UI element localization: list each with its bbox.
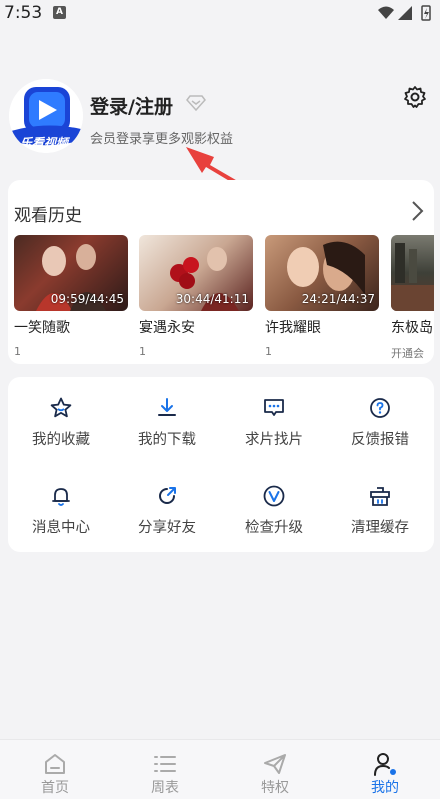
favorites-button[interactable]: 我的收藏: [8, 396, 114, 449]
history-thumbnail: 09:59/44:45: [14, 235, 128, 311]
status-bar: 7:53 A: [0, 0, 440, 28]
bell-icon: [52, 488, 70, 506]
nav-home[interactable]: 首页: [0, 740, 110, 799]
history-thumbnail: 30:44/41:11: [139, 235, 253, 311]
feedback-label: 反馈报错: [351, 432, 409, 448]
send-icon: [264, 754, 286, 774]
vip-diamond-icon: [186, 95, 206, 112]
history-item[interactable]: 东极岛 开通会: [391, 235, 434, 361]
watch-history-card: 观看历史 09:59/44:45 一笑随歌 1 30:44/41:11 宴遇永安…: [8, 180, 434, 364]
signal-icon: [398, 6, 412, 20]
favorites-label: 我的收藏: [32, 432, 90, 448]
avatar[interactable]: 乐看视频: [9, 79, 83, 153]
downloads-label: 我的下载: [138, 432, 196, 448]
chat-icon: [264, 399, 284, 416]
history-progress: 24:21/44:37: [301, 292, 375, 306]
history-item-title: 许我耀眼: [265, 320, 321, 336]
request-film-label: 求片找片: [245, 432, 303, 448]
list-icon: [154, 756, 176, 772]
tools-grid-card: 我的收藏 我的下载 求片找片 反馈报错 消息中心 分享好友 检查升级 清理缓存: [8, 377, 434, 552]
history-item-episode: 1: [139, 345, 146, 358]
clear-cache-button[interactable]: 清理缓存: [327, 484, 433, 537]
nav-privilege[interactable]: 特权: [220, 740, 330, 799]
history-title: 观看历史: [14, 206, 82, 226]
chevron-right-icon[interactable]: [410, 200, 424, 222]
nav-mine-label: 我的: [371, 780, 399, 796]
nav-schedule[interactable]: 周表: [110, 740, 220, 799]
clean-icon: [370, 487, 390, 506]
share-icon: [159, 487, 176, 504]
check-update-button[interactable]: 检查升级: [221, 484, 327, 537]
home-icon: [45, 754, 65, 774]
user-icon: [374, 753, 396, 776]
history-item-title: 一笑随歌: [14, 320, 70, 336]
nav-privilege-label: 特权: [261, 780, 289, 796]
login-register-link[interactable]: 登录/注册: [90, 92, 173, 119]
question-icon: [370, 398, 390, 418]
downloads-button[interactable]: 我的下载: [114, 396, 220, 449]
notification-icon: A: [53, 6, 66, 19]
history-item-episode: 开通会: [391, 347, 424, 360]
clear-cache-label: 清理缓存: [351, 520, 409, 536]
history-thumbnail: [391, 235, 434, 311]
nav-home-label: 首页: [41, 780, 69, 796]
settings-gear-icon[interactable]: [403, 85, 427, 109]
messages-button[interactable]: 消息中心: [8, 484, 114, 537]
share-label: 分享好友: [138, 520, 196, 536]
upgrade-icon: [263, 485, 285, 507]
nav-mine[interactable]: 我的: [330, 740, 440, 799]
history-item-episode: 1: [265, 345, 272, 358]
status-time: 7:53: [4, 3, 43, 23]
messages-label: 消息中心: [32, 520, 90, 536]
history-progress: 30:44/41:11: [175, 292, 249, 306]
history-item[interactable]: 24:21/44:37 许我耀眼 1: [265, 235, 379, 358]
share-button[interactable]: 分享好友: [114, 484, 220, 537]
history-progress: 09:59/44:45: [50, 292, 124, 306]
check-update-label: 检查升级: [245, 520, 303, 536]
nav-schedule-label: 周表: [151, 780, 179, 796]
wifi-icon: [378, 6, 394, 19]
star-icon: [50, 397, 72, 418]
feedback-button[interactable]: 反馈报错: [327, 396, 433, 449]
history-item[interactable]: 09:59/44:45 一笑随歌 1: [14, 235, 128, 358]
history-item[interactable]: 30:44/41:11 宴遇永安 1: [139, 235, 253, 358]
request-film-button[interactable]: 求片找片: [221, 396, 327, 449]
history-item-episode: 1: [14, 345, 21, 358]
bottom-nav: 首页 周表 特权 我的: [0, 739, 440, 799]
history-item-title: 宴遇永安: [139, 320, 195, 336]
download-icon: [158, 398, 176, 416]
avatar-brand-text: 乐看视频: [20, 136, 69, 150]
history-thumbnail: 24:21/44:37: [265, 235, 379, 311]
status-icons: [376, 4, 436, 26]
history-item-title: 东极岛: [391, 320, 433, 336]
